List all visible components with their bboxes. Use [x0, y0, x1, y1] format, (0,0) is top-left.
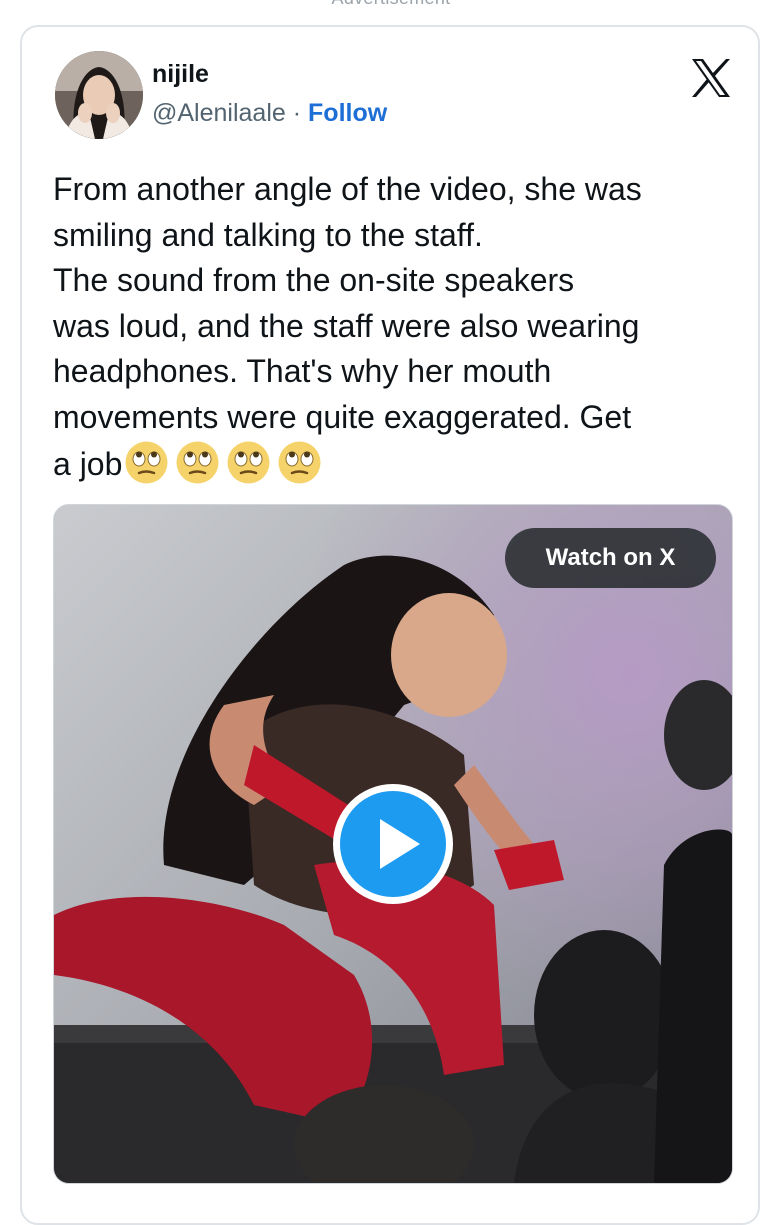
avatar[interactable]	[55, 51, 143, 139]
user-name[interactable]: nijile	[152, 60, 209, 89]
eye-roll-emoji-icon	[176, 441, 219, 484]
watch-on-x-button[interactable]: Watch on X	[505, 528, 716, 588]
eye-roll-emoji-icon	[125, 441, 168, 484]
eye-roll-emoji-icon	[227, 441, 270, 484]
x-logo-icon[interactable]	[690, 57, 732, 99]
tweet-text-line: a job	[53, 446, 123, 482]
user-handle[interactable]: @Alenilaale	[152, 99, 286, 127]
tweet-text-line: headphones. That's why her mouth	[53, 353, 552, 389]
eye-roll-emoji-icon	[278, 441, 321, 484]
tweet-text-line: was loud, and the staff were also wearin…	[53, 307, 640, 344]
advertisement-label: Advertisement	[0, 0, 782, 9]
play-icon[interactable]	[330, 781, 456, 907]
video-thumbnail[interactable]: Watch on X	[53, 504, 733, 1184]
avatar-image	[55, 51, 143, 139]
emoji-row	[124, 440, 322, 485]
follow-button[interactable]: Follow	[308, 99, 387, 127]
tweet-text-line: movements were quite exaggerated. Get	[53, 398, 632, 435]
separator-dot: ·	[292, 99, 302, 127]
tweet-text-line: The sound from the on-site speakers	[53, 262, 575, 298]
user-handle-row: @Alenilaale · Follow	[152, 99, 387, 128]
tweet-text: From another angle of the video, she was…	[53, 167, 743, 488]
tweet-text-line: From another angle of the video, she was	[53, 171, 642, 207]
play-button[interactable]	[330, 781, 456, 907]
tweet-card[interactable]: nijile @Alenilaale · Follow From another…	[20, 25, 760, 1225]
tweet-text-line: smiling and talking to the staff.	[53, 216, 483, 253]
